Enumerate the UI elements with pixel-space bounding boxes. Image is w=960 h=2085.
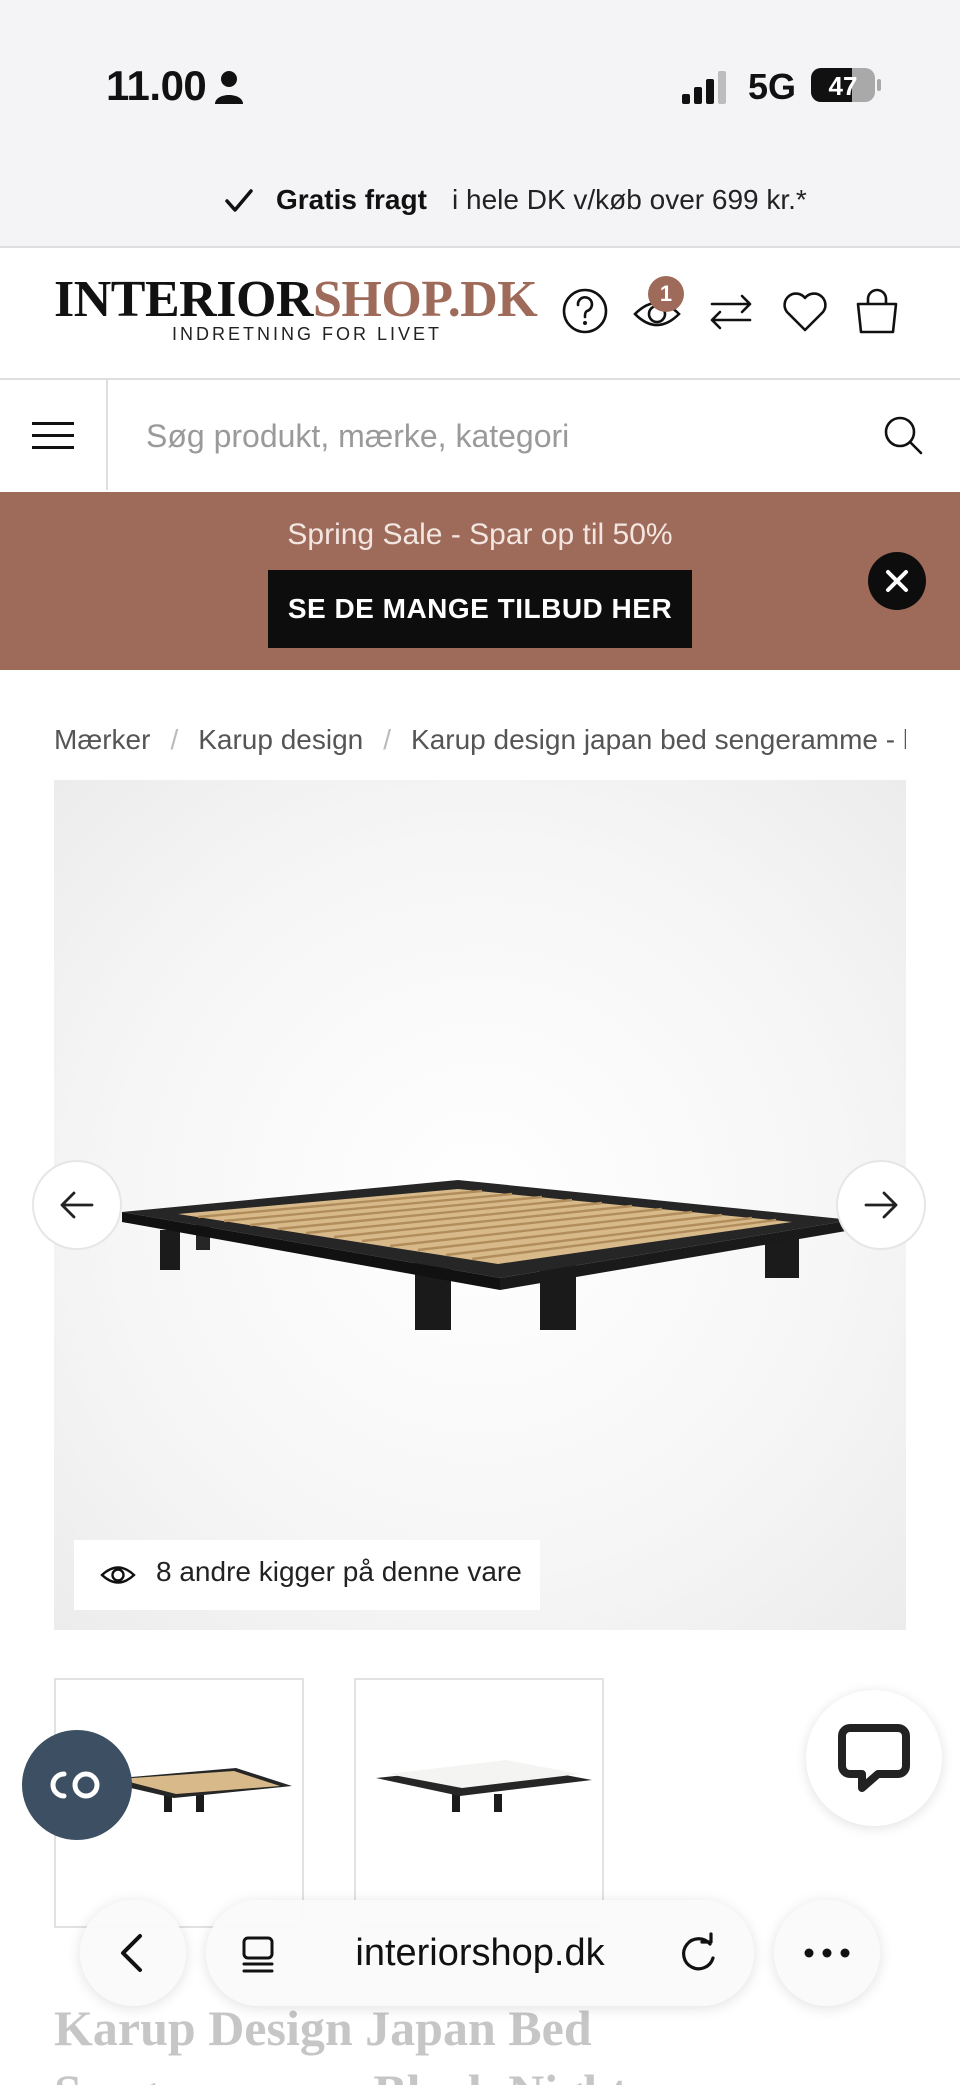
shopping-bag-icon[interactable] — [852, 286, 902, 336]
compare-arrows-icon[interactable] — [706, 286, 756, 336]
person-icon — [215, 71, 243, 104]
thumbnail-bed-mattress-image — [376, 1760, 592, 1812]
thumbnail-2[interactable] — [354, 1678, 604, 1928]
breadcrumb-item-brands[interactable]: Mærker — [54, 724, 150, 755]
network-type: 5G — [748, 66, 797, 107]
status-time: 11.00 — [106, 62, 207, 109]
breadcrumb-separator: / — [383, 724, 392, 755]
breadcrumb: Mærker / Karup design / Karup design japan b… — [54, 724, 906, 756]
product-title-line-2: Sengeramme - Black Night — [54, 2060, 628, 2085]
promo-close-button[interactable] — [868, 552, 926, 610]
tabs-icon[interactable] — [238, 1934, 280, 1976]
cellular-signal-icon — [682, 71, 726, 104]
viewers-text: 8 andre kigger på denne vare — [156, 1556, 522, 1587]
co-widget-button[interactable] — [22, 1730, 132, 1840]
arrow-right-icon — [864, 1191, 898, 1219]
url-text: interiorshop.dk — [355, 1932, 605, 1974]
chevron-left-icon — [121, 1934, 142, 1972]
browser-more-button[interactable] — [774, 1900, 880, 2006]
search-input[interactable] — [146, 408, 846, 464]
product-title: Karup Design Japan Bed Sengeramme - Blac… — [54, 1996, 628, 2085]
bed-product-image — [122, 1180, 852, 1330]
chat-button[interactable] — [806, 1690, 942, 1826]
shipping-title: Gratis fragt — [276, 184, 427, 215]
more-dots-icon — [804, 1948, 850, 1958]
chat-bubble-icon — [838, 1724, 910, 1792]
eye-icon — [100, 1566, 136, 1584]
header-divider — [0, 246, 960, 248]
reload-icon[interactable] — [676, 1932, 720, 1976]
check-icon — [225, 189, 253, 212]
promo-text: Spring Sale - Spar op til 50% — [287, 518, 673, 551]
logo[interactable]: INTERIORSHOP.DK — [54, 270, 538, 329]
logo-tagline: INDRETNING FOR LIVET — [172, 324, 443, 344]
gallery-prev-button[interactable] — [32, 1160, 122, 1250]
hamburger-menu-icon[interactable] — [32, 418, 74, 452]
arrow-left-icon — [60, 1191, 94, 1219]
help-icon[interactable] — [560, 286, 610, 336]
breadcrumb-separator: / — [170, 724, 179, 755]
breadcrumb-item-current: Karup design japan bed sengeramme - b — [411, 724, 906, 755]
battery-icon: 47 — [811, 68, 881, 102]
shipping-text: i hele DK v/køb over 699 kr.* — [452, 184, 807, 215]
search-icon[interactable] — [882, 414, 924, 456]
recent-count-badge: 1 — [648, 276, 684, 312]
battery-level: 47 — [829, 71, 858, 101]
co-logo-icon — [50, 1771, 100, 1799]
gallery-next-button[interactable] — [836, 1160, 926, 1250]
search-divider-top — [0, 378, 960, 380]
promo-offers-button[interactable]: SE DE MANGE TILBUD HER — [268, 570, 692, 648]
close-icon — [886, 570, 908, 592]
logo-part-1: INTERIOR — [54, 271, 313, 328]
breadcrumb-item-brand[interactable]: Karup design — [198, 724, 363, 755]
logo-part-2: SHOP.DK — [312, 271, 538, 328]
browser-back-button[interactable] — [80, 1900, 186, 2006]
heart-icon[interactable] — [780, 286, 830, 336]
